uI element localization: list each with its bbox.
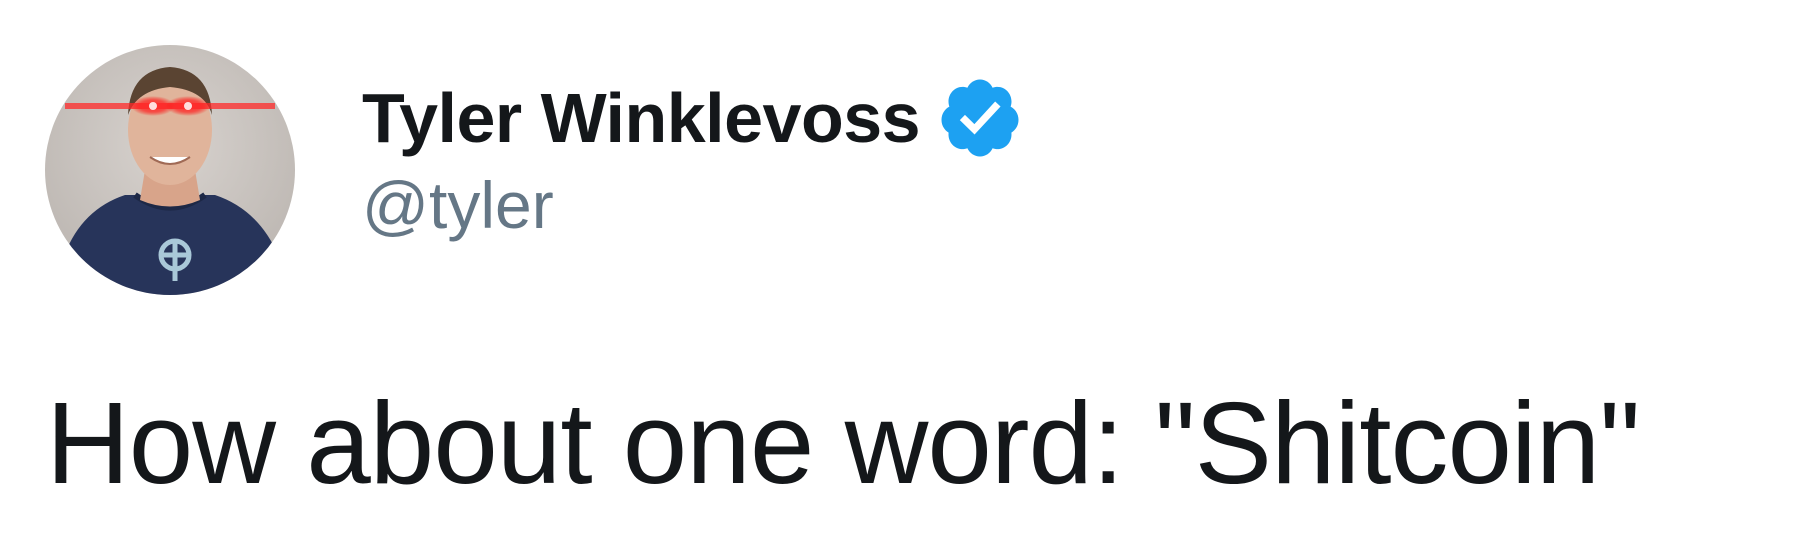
author-name-row[interactable]: Tyler Winklevoss	[362, 68, 1024, 168]
author-display-name[interactable]: Tyler Winklevoss	[362, 83, 921, 153]
author-handle[interactable]: @tyler	[362, 172, 554, 238]
author-info: Tyler Winklevoss @tyler	[362, 68, 1024, 238]
tweet-text: How about one word: "Shitcoin"	[46, 378, 1640, 508]
verified-badge-icon	[936, 74, 1024, 162]
avatar-photo-icon	[45, 45, 295, 295]
author-avatar[interactable]	[45, 45, 295, 295]
tweet: Tyler Winklevoss @tyler How about one wo…	[0, 0, 1820, 544]
